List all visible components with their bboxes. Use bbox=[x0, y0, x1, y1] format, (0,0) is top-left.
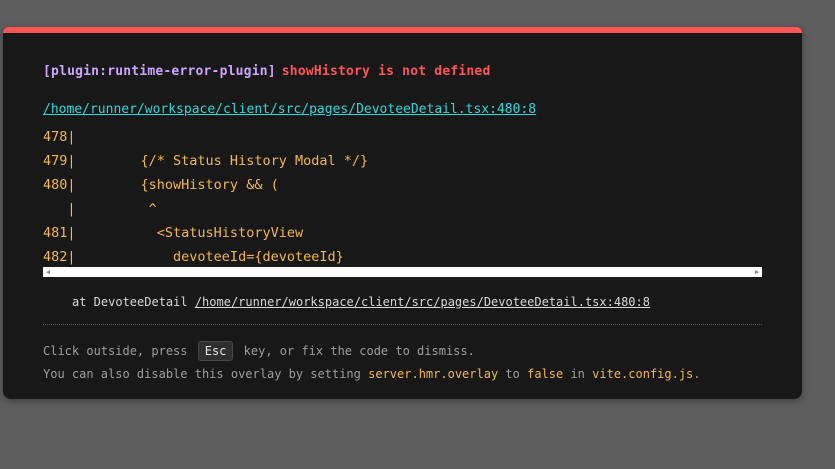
setting-value: false bbox=[527, 367, 564, 381]
code-line: 481| <StatusHistoryView bbox=[43, 225, 304, 241]
scroll-left-icon[interactable]: ◀ bbox=[43, 267, 53, 277]
code-line: 480| {showHistory && ( bbox=[43, 177, 279, 193]
tip-text: to bbox=[505, 367, 520, 381]
code-line: 479| {/* Status History Modal */} bbox=[43, 153, 369, 169]
horizontal-scrollbar[interactable]: ◀ ▶ bbox=[43, 267, 762, 277]
code-line: 478| bbox=[43, 129, 76, 145]
stack-trace: at DevoteeDetail /home/runner/workspace/… bbox=[72, 295, 650, 309]
tip-text: . bbox=[693, 367, 701, 381]
tip-text: Click outside, press bbox=[43, 344, 188, 358]
tip-text: You can also disable this overlay by set… bbox=[43, 367, 361, 381]
disable-tip: You can also disable this overlay by set… bbox=[43, 367, 701, 381]
code-frame[interactable]: 478| 479| {/* Status History Modal */} 4… bbox=[43, 125, 762, 267]
plugin-label: [plugin:runtime-error-plugin] bbox=[43, 64, 276, 79]
setting-name: server.hmr.overlay bbox=[368, 367, 499, 381]
error-overlay: [plugin:runtime-error-plugin] showHistory… bbox=[3, 27, 802, 399]
code-line: 482| devoteeId={devoteeId} bbox=[43, 249, 344, 265]
error-message: showHistory is not defined bbox=[281, 64, 491, 79]
dismiss-tip: Click outside, press Esc key, or fix the… bbox=[43, 341, 475, 361]
tip-text: in bbox=[570, 367, 585, 381]
code-line: | ^ bbox=[43, 201, 157, 217]
esc-key: Esc bbox=[197, 341, 234, 361]
error-header: [plugin:runtime-error-plugin] showHistory… bbox=[43, 64, 490, 79]
config-file: vite.config.js bbox=[592, 367, 694, 381]
stack-file-link[interactable]: /home/runner/workspace/client/src/pages/… bbox=[195, 295, 650, 309]
stack-prefix: at DevoteeDetail bbox=[72, 295, 188, 309]
tip-text: key, or fix the code to dismiss. bbox=[243, 344, 475, 358]
divider bbox=[43, 324, 762, 325]
scroll-right-icon[interactable]: ▶ bbox=[752, 267, 762, 277]
error-file-link[interactable]: /home/runner/workspace/client/src/pages/… bbox=[43, 102, 536, 117]
